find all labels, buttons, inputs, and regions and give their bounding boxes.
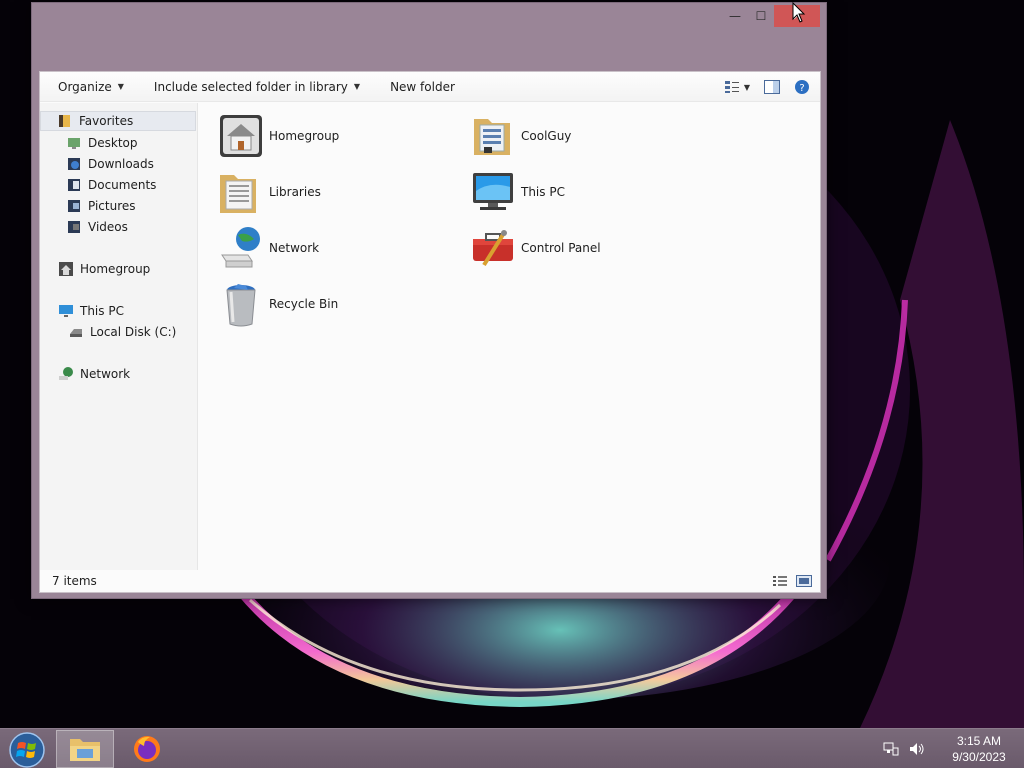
nav-desktop[interactable]: Desktop	[40, 133, 138, 153]
nav-label: Desktop	[88, 136, 138, 150]
item-label: Network	[269, 241, 320, 255]
mouse-cursor-icon	[792, 2, 806, 23]
nav-label: Pictures	[88, 199, 136, 213]
nav-label: Videos	[88, 220, 128, 234]
nav-network[interactable]: Network	[40, 364, 130, 384]
nav-label: Documents	[88, 178, 157, 192]
include-library-label: Include selected folder in library	[153, 79, 348, 94]
recycle-bin-icon	[217, 280, 265, 328]
start-button[interactable]	[8, 731, 46, 768]
view-list-icon	[724, 81, 739, 93]
item-label: Libraries	[269, 185, 321, 199]
item-label: Control Panel	[521, 241, 601, 255]
change-view-button[interactable]: ▼	[724, 80, 750, 94]
desktop-icon	[68, 138, 80, 149]
documents-icon	[68, 179, 80, 191]
clock-date: 9/30/2023	[952, 750, 1006, 764]
nav-label: This PC	[80, 304, 124, 318]
nav-label: Downloads	[88, 157, 154, 171]
item-label: Homegroup	[269, 129, 340, 143]
network-status-icon[interactable]	[882, 740, 900, 758]
maximize-button[interactable]: ☐	[748, 5, 774, 27]
command-bar: Organize ▼ Include selected folder in li…	[40, 72, 820, 102]
clock[interactable]: 3:15 AM 9/30/2023	[934, 733, 1024, 765]
nav-homegroup[interactable]: Homegroup	[40, 259, 150, 279]
item-homegroup[interactable]: Homegroup	[217, 111, 339, 161]
explorer-window: — ☐ ✕ Organize ▼ Include selected folder…	[31, 2, 827, 599]
star-icon	[59, 115, 70, 127]
new-folder-button[interactable]: New folder	[360, 80, 455, 94]
item-label: This PC	[521, 185, 565, 199]
drive-icon	[70, 329, 82, 337]
item-count: 7 items	[52, 574, 97, 588]
downloads-icon	[68, 158, 80, 170]
new-folder-label: New folder	[390, 79, 455, 94]
nav-label: Homegroup	[80, 262, 151, 276]
item-libraries[interactable]: Libraries	[217, 167, 321, 217]
nav-label: Network	[80, 367, 131, 381]
nav-local-disk[interactable]: Local Disk (C:)	[40, 322, 176, 342]
details-view-icon[interactable]	[772, 574, 788, 588]
explorer-body: Organize ▼ Include selected folder in li…	[39, 71, 821, 593]
nav-documents[interactable]: Documents	[40, 175, 156, 195]
pictures-icon	[68, 200, 80, 212]
preview-pane-icon[interactable]	[764, 80, 780, 94]
organize-button[interactable]: Organize ▼	[40, 80, 124, 94]
homegroup-icon	[217, 112, 265, 160]
taskbar-firefox[interactable]	[118, 730, 176, 768]
folder-icon	[70, 739, 100, 761]
firefox-icon	[134, 736, 160, 762]
status-bar: 7 items	[40, 570, 820, 592]
nav-label: Local Disk (C:)	[90, 325, 177, 339]
organize-label: Organize	[58, 79, 112, 94]
status-view-buttons	[772, 574, 812, 588]
homegroup-icon	[59, 262, 73, 276]
item-control-panel[interactable]: Control Panel	[469, 223, 601, 273]
help-icon[interactable]: ?	[794, 79, 810, 95]
taskbar: 3:15 AM 9/30/2023	[0, 728, 1024, 768]
taskbar-file-explorer[interactable]	[56, 730, 114, 768]
computer-icon	[59, 305, 73, 317]
toolbar-right: ▼ ?	[724, 72, 810, 102]
navigation-pane: Favorites Desktop Downloads Documents Pi…	[40, 103, 198, 570]
large-icons-view-icon[interactable]	[796, 574, 812, 588]
network-icon	[217, 224, 265, 272]
nav-favorites[interactable]: Favorites	[40, 111, 196, 131]
system-tray: 3:15 AM 9/30/2023	[882, 729, 1024, 768]
nav-this-pc[interactable]: This PC	[40, 301, 124, 321]
nav-label: Favorites	[79, 114, 134, 128]
clock-time: 3:15 AM	[956, 734, 1002, 748]
volume-icon[interactable]	[908, 740, 926, 758]
item-label: Recycle Bin	[269, 297, 339, 311]
item-coolguy[interactable]: CoolGuy	[469, 111, 571, 161]
computer-icon	[469, 168, 517, 216]
include-library-button[interactable]: Include selected folder in library ▼	[124, 80, 360, 94]
nav-videos[interactable]: Videos	[40, 217, 128, 237]
content-area: Homegroup CoolGuy Libraries This PC Netw…	[199, 103, 820, 570]
item-network[interactable]: Network	[217, 223, 319, 273]
minimize-button[interactable]: —	[722, 5, 748, 27]
item-recycle-bin[interactable]: Recycle Bin	[217, 279, 338, 329]
network-icon	[59, 367, 73, 380]
chevron-down-icon: ▼	[743, 82, 750, 92]
nav-downloads[interactable]: Downloads	[40, 154, 154, 174]
videos-icon	[68, 221, 80, 233]
svg-text:?: ?	[799, 83, 804, 94]
item-this-pc[interactable]: This PC	[469, 167, 565, 217]
item-label: CoolGuy	[521, 129, 572, 143]
nav-pictures[interactable]: Pictures	[40, 196, 136, 216]
user-folder-icon	[469, 112, 517, 160]
control-panel-icon	[469, 224, 517, 272]
libraries-icon	[217, 168, 265, 216]
